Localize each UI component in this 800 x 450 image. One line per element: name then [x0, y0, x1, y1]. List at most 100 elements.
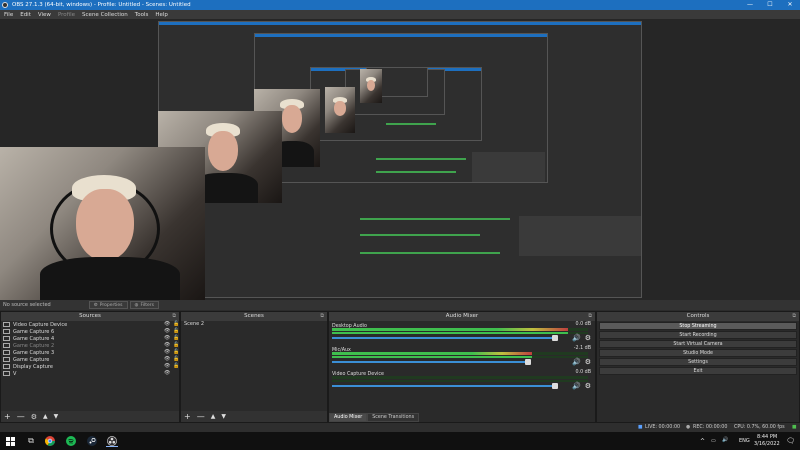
source-item[interactable]: Game Capture 6 👁 🔓	[1, 328, 179, 335]
start-recording-button[interactable]: Start Recording	[599, 331, 797, 339]
menu-help[interactable]: Help	[155, 12, 168, 18]
move-up-icon[interactable]: ▲	[43, 413, 48, 420]
menu-view[interactable]: View	[38, 12, 51, 18]
properties-button[interactable]: ⚙ Properties	[88, 301, 128, 309]
settings-button[interactable]: Settings	[599, 358, 797, 366]
webcam-face	[208, 131, 238, 171]
remove-scene-icon[interactable]: —	[197, 412, 205, 421]
dock-undock-icon[interactable]: ⧉	[320, 312, 324, 321]
menu-file[interactable]: File	[4, 12, 13, 18]
audio-mixer-dock: Audio Mixer ⧉ Desktop Audio 0.0 dB 🔊 ⚙ M…	[328, 311, 596, 423]
lock-icon[interactable]: 🔓	[173, 349, 179, 355]
source-item[interactable]: Video Capture Device 👁 🔓	[1, 321, 179, 328]
gamepad-icon	[3, 329, 10, 334]
lock-icon[interactable]: 🔓	[173, 328, 179, 334]
speaker-icon[interactable]: 🔊	[572, 334, 581, 342]
gear-icon[interactable]: ⚙	[585, 382, 591, 390]
language-indicator[interactable]: ENG	[739, 438, 750, 444]
filters-button[interactable]: ◍ Filters	[129, 301, 159, 309]
move-up-icon[interactable]: ▲	[211, 413, 216, 420]
add-scene-icon[interactable]: +	[184, 412, 191, 421]
stop-streaming-button[interactable]: Stop Streaming	[599, 322, 797, 330]
source-label: Video Capture Device	[13, 321, 68, 328]
volume-slider[interactable]	[332, 361, 529, 363]
add-source-icon[interactable]: +	[4, 412, 11, 421]
exit-button[interactable]: Exit	[599, 367, 797, 375]
filter-icon: ◍	[134, 302, 139, 308]
volume-slider-handle[interactable]	[525, 359, 532, 365]
menu-tools[interactable]: Tools	[135, 12, 149, 18]
dock-undock-icon[interactable]: ⧉	[588, 312, 592, 321]
lock-icon[interactable]: 🔓	[173, 335, 179, 341]
speaker-icon[interactable]: 🔊	[572, 382, 581, 390]
source-label: Game Capture	[13, 356, 50, 363]
audio-channel: Mic/Aux -2.1 dB 🔊 ⚙	[329, 345, 595, 369]
eye-icon[interactable]: 👁	[164, 321, 170, 327]
source-item[interactable]: Game Capture 2 👁 🔓	[1, 342, 179, 349]
lock-icon[interactable]: 🔓	[173, 363, 179, 369]
lock-icon[interactable]: 🔓	[173, 342, 179, 348]
level-meter	[332, 328, 588, 331]
source-item[interactable]: Display Capture 👁 🔓	[1, 363, 179, 370]
tray-chevron-icon[interactable]: ^	[700, 438, 705, 445]
volume-slider-handle[interactable]	[552, 335, 559, 341]
speaker-icon[interactable]: 🔊	[572, 358, 581, 366]
properties-label: Properties	[99, 302, 123, 308]
steam-icon[interactable]	[86, 435, 98, 447]
start-virtual-camera-button[interactable]: Start Virtual Camera	[599, 340, 797, 348]
eye-icon[interactable]: 👁	[164, 363, 170, 369]
eye-icon[interactable]: 👁	[164, 328, 170, 334]
gear-icon[interactable]: ⚙	[585, 334, 591, 342]
lock-icon[interactable]: 🔓	[173, 321, 179, 327]
clock-date[interactable]: 3/16/2022	[754, 441, 780, 447]
source-item[interactable]: Game Capture 👁 🔓	[1, 356, 179, 363]
lock-icon[interactable]: 🔓	[173, 356, 179, 362]
eye-icon[interactable]: 👁	[164, 349, 170, 355]
move-down-icon[interactable]: ▼	[54, 413, 59, 420]
scenes-title: Scenes	[244, 313, 264, 319]
obs-taskbar-icon[interactable]	[106, 435, 118, 447]
move-down-icon[interactable]: ▼	[221, 413, 226, 420]
volume-slider[interactable]	[332, 337, 556, 339]
chrome-icon[interactable]	[44, 435, 56, 447]
monitor-icon	[3, 364, 10, 369]
preview-canvas[interactable]	[0, 19, 800, 300]
scene-item[interactable]: Scene 2	[181, 321, 327, 328]
windows-start-icon[interactable]	[4, 435, 16, 447]
volume-icon[interactable]: 🔊	[722, 437, 728, 443]
volume-slider-handle[interactable]	[552, 383, 559, 389]
spotify-icon[interactable]	[65, 435, 77, 447]
channel-db: 0.0 dB	[575, 370, 592, 375]
close-button[interactable]: ✕	[780, 0, 800, 10]
clock-time[interactable]: 8:44 PM	[757, 434, 777, 440]
tab-scene-transitions[interactable]: Scene Transitions	[367, 413, 420, 422]
network-icon[interactable]: ▭	[711, 438, 716, 444]
dock-undock-icon[interactable]: ⧉	[792, 312, 796, 321]
tab-audio-mixer[interactable]: Audio Mixer	[329, 413, 368, 422]
nested-meter	[360, 234, 480, 236]
source-properties-icon[interactable]: ⚙	[31, 413, 37, 421]
minimize-button[interactable]: —	[740, 0, 760, 10]
sources-header: Sources ⧉	[1, 312, 179, 321]
studio-mode-button[interactable]: Studio Mode	[599, 349, 797, 357]
remove-source-icon[interactable]: —	[17, 412, 25, 421]
eye-icon[interactable]: 👁	[164, 342, 170, 348]
menu-edit[interactable]: Edit	[20, 12, 31, 18]
webcam-feed-nested	[360, 69, 382, 103]
volume-slider[interactable]	[332, 385, 556, 387]
webcam-shirt	[40, 257, 180, 300]
eye-icon[interactable]: 👁	[164, 370, 170, 376]
menu-scene-collection[interactable]: Scene Collection	[82, 12, 128, 18]
scenes-header: Scenes ⧉	[181, 312, 327, 321]
source-item[interactable]: Game Capture 3 👁 🔓	[1, 349, 179, 356]
gear-icon[interactable]: ⚙	[585, 358, 591, 366]
source-item[interactable]: Game Capture 4 👁 🔓	[1, 335, 179, 342]
dock-undock-icon[interactable]: ⧉	[172, 312, 176, 321]
source-item[interactable]: V 👁	[1, 370, 179, 377]
notification-icon[interactable]: 🗨	[786, 437, 795, 445]
eye-icon[interactable]: 👁	[164, 356, 170, 362]
level-meter	[332, 356, 588, 358]
maximize-button[interactable]: ☐	[760, 0, 780, 10]
task-view-icon[interactable]: ⧉	[25, 435, 37, 447]
eye-icon[interactable]: 👁	[164, 335, 170, 341]
